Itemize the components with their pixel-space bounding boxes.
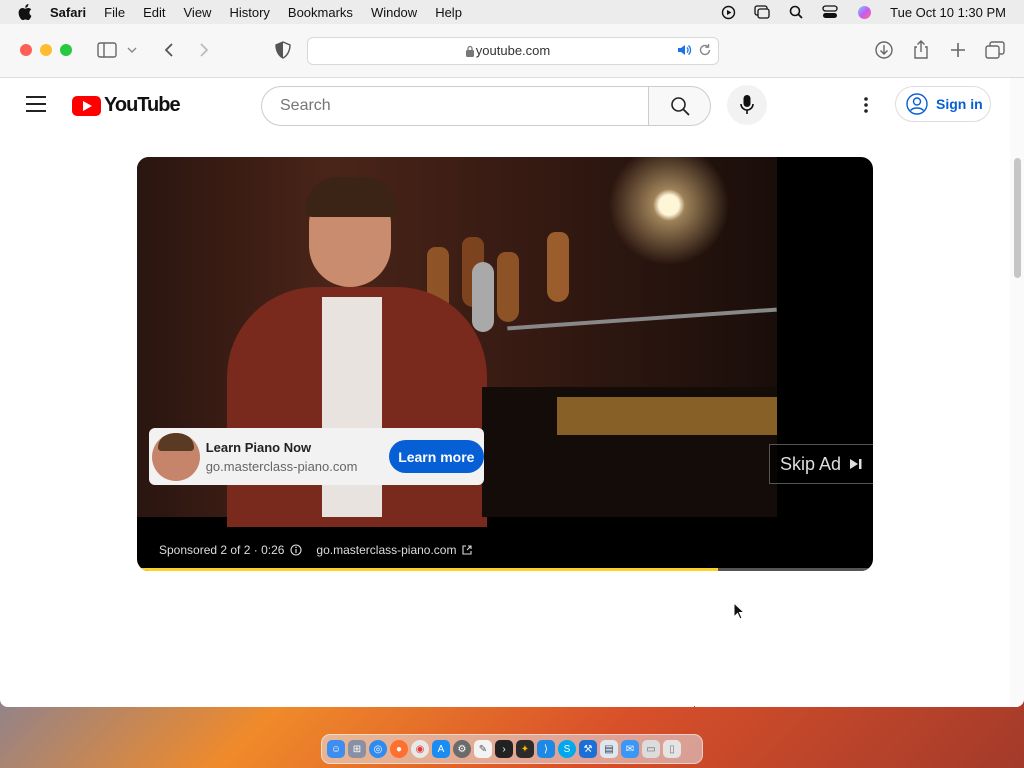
firefox-icon[interactable]: ● <box>390 740 408 758</box>
youtube-page: YouTube Sign in <box>0 78 1010 707</box>
apple-menu-icon[interactable] <box>18 4 34 20</box>
browser-toolbar: youtube.com <box>0 24 1024 78</box>
sign-in-button[interactable]: Sign in <box>895 86 991 122</box>
downloads-folder-icon[interactable]: ▭ <box>642 740 660 758</box>
sidebar-icon[interactable] <box>96 39 118 61</box>
reload-icon[interactable] <box>698 43 712 62</box>
play-circle-icon[interactable] <box>720 4 736 20</box>
menu-history[interactable]: History <box>229 5 269 20</box>
ad-progress-fill <box>137 568 719 571</box>
dock: ☺ ⊞ ◎ ● ◉ A ⚙ ✎ › ✦ ⟩ S ⚒ ▤ ✉ ▭ ▯ <box>321 734 703 764</box>
vscode-icon[interactable]: ⟩ <box>537 740 555 758</box>
studio-mic-shape <box>472 262 494 332</box>
app-store-icon[interactable]: A <box>432 740 450 758</box>
ad-title[interactable]: Learn Piano Now <box>206 440 381 455</box>
chevron-down-icon[interactable] <box>125 39 139 61</box>
skip-ad-button[interactable]: Skip Ad <box>769 444 873 484</box>
system-settings-icon[interactable]: ⚙ <box>453 740 471 758</box>
search-icon <box>670 97 690 116</box>
mouse-cursor-icon <box>733 602 746 620</box>
youtube-play-logo-icon <box>72 95 101 116</box>
youtube-wordmark: YouTube <box>104 94 181 116</box>
menu-bar: Safari File Edit View History Bookmarks … <box>0 0 1024 24</box>
menubar-clock[interactable]: Tue Oct 10 1:30 PM <box>890 5 1006 20</box>
ad-overlay-card[interactable]: Learn Piano Now go.masterclass-piano.com… <box>149 428 485 485</box>
textedit-icon[interactable]: ✎ <box>474 740 492 758</box>
instruments-icon[interactable]: ✦ <box>516 740 534 758</box>
terminal-icon[interactable]: › <box>495 740 513 758</box>
skip-ad-label: Skip Ad <box>779 453 842 474</box>
minimize-window-button[interactable] <box>40 44 52 56</box>
video-player[interactable]: Learn Piano Now go.masterclass-piano.com… <box>137 157 873 571</box>
download-icon[interactable] <box>873 39 895 61</box>
mic-stand-shape <box>507 307 777 331</box>
url-text: youtube.com <box>475 43 551 58</box>
advertiser-avatar[interactable] <box>152 432 200 481</box>
chrome-icon[interactable]: ◉ <box>411 740 429 758</box>
new-tab-icon[interactable] <box>947 39 969 61</box>
ad-progress-bar[interactable] <box>137 568 873 571</box>
performer-hair <box>305 177 397 217</box>
speaker-icon[interactable] <box>676 43 692 62</box>
safari-icon[interactable]: ◎ <box>369 740 387 758</box>
address-bar[interactable]: youtube.com <box>307 37 719 65</box>
microphone-icon <box>740 95 754 114</box>
guitar-shape <box>547 232 569 302</box>
preview-icon[interactable]: ▤ <box>600 740 618 758</box>
scrollbar-thumb[interactable] <box>1014 158 1021 278</box>
hamburger-menu-icon[interactable] <box>26 96 46 112</box>
search-box[interactable] <box>261 86 648 126</box>
finder-icon[interactable]: ☺ <box>327 740 345 758</box>
screen-mirroring-icon[interactable] <box>754 4 770 20</box>
info-icon <box>290 544 302 556</box>
guitar-shape <box>497 252 519 322</box>
sign-in-label: Sign in <box>936 96 983 112</box>
menu-bookmarks[interactable]: Bookmarks <box>288 5 353 20</box>
page-scrollbar[interactable] <box>1010 78 1024 707</box>
menu-help[interactable]: Help <box>435 5 462 20</box>
ad-text-group: Learn Piano Now go.masterclass-piano.com <box>206 440 381 474</box>
learn-more-button[interactable]: Learn more <box>388 440 485 473</box>
forward-icon[interactable] <box>193 39 215 61</box>
sponsored-text: Sponsored 2 of 2 · 0:26 <box>159 543 285 557</box>
search-button[interactable] <box>648 86 711 126</box>
menu-file[interactable]: File <box>104 5 125 20</box>
account-icon <box>906 93 928 115</box>
skip-next-icon <box>850 459 862 469</box>
search-input[interactable] <box>278 96 622 116</box>
ad-domain[interactable]: go.masterclass-piano.com <box>206 459 381 474</box>
menu-safari[interactable]: Safari <box>50 5 86 20</box>
privacy-shield-icon[interactable] <box>272 39 294 61</box>
external-link-icon <box>462 545 473 555</box>
youtube-logo[interactable]: YouTube <box>72 94 181 117</box>
siri-icon[interactable] <box>856 4 872 20</box>
voice-search-button[interactable] <box>727 85 767 125</box>
back-icon[interactable] <box>158 39 180 61</box>
skype-icon[interactable]: S <box>558 740 576 758</box>
sponsored-domain-link[interactable]: go.masterclass-piano.com <box>316 543 456 557</box>
text-caret <box>694 706 695 707</box>
zoom-window-button[interactable] <box>60 44 72 56</box>
spotlight-search-icon[interactable] <box>788 4 804 20</box>
sponsored-bar: Sponsored 2 of 2 · 0:26 go.masterclass-p… <box>159 543 473 557</box>
xcode-icon[interactable]: ⚒ <box>579 740 597 758</box>
safari-window: youtube.com YouTube Search Sign in Learn… <box>0 24 1024 707</box>
tab-overview-icon[interactable] <box>984 39 1006 61</box>
more-options-icon[interactable] <box>856 95 876 115</box>
close-window-button[interactable] <box>20 44 32 56</box>
piano-wood-shape <box>557 397 777 435</box>
trash-icon[interactable]: ▯ <box>663 740 681 758</box>
share-icon[interactable] <box>910 39 932 61</box>
menu-window[interactable]: Window <box>371 5 417 20</box>
control-center-icon[interactable] <box>822 4 838 20</box>
menu-edit[interactable]: Edit <box>143 5 165 20</box>
launchpad-icon[interactable]: ⊞ <box>348 740 366 758</box>
menu-view[interactable]: View <box>184 5 212 20</box>
mail-icon[interactable]: ✉ <box>621 740 639 758</box>
